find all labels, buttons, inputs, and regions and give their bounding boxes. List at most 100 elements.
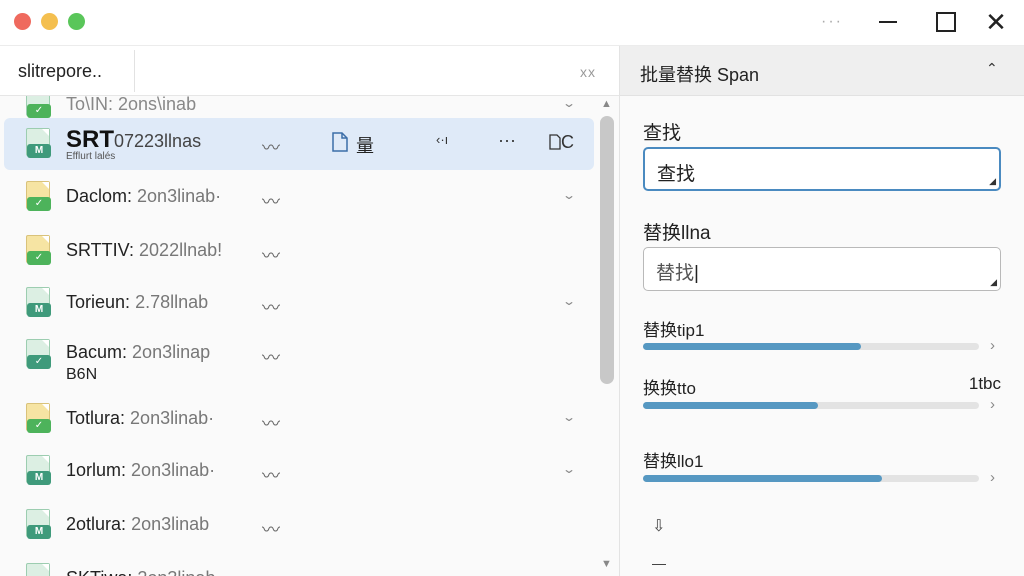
close-window-button[interactable] bbox=[14, 13, 31, 30]
file-name: Totlura: 2on3linab· bbox=[66, 408, 214, 429]
list-item[interactable]: ✓ Totlura: 2on3linab· 〰 ⌄ bbox=[4, 394, 594, 444]
slider-3-label: 替换llo1 bbox=[643, 452, 704, 471]
line-count: 2on3linap bbox=[132, 342, 211, 362]
download-icon[interactable]: ⇩ bbox=[652, 516, 665, 536]
maximize-icon[interactable] bbox=[934, 8, 958, 36]
scroll-up-icon[interactable]: ▲ bbox=[601, 98, 612, 110]
list-item[interactable]: M 1orlum: 2on3linab· 〰 ⌄ bbox=[4, 446, 594, 498]
scroll-down-icon[interactable]: ▼ bbox=[601, 558, 612, 570]
file-icon: ✓ bbox=[26, 181, 51, 211]
file-list: ✓ To\IN: 2ons\inab ⌄ M SRT07223llnas Eff… bbox=[0, 96, 596, 576]
file-list-title: slitrepore.. bbox=[18, 61, 103, 81]
file-name: SKTiwa: 2on3linab bbox=[66, 568, 215, 576]
waveform-icon[interactable]: 〰 bbox=[262, 462, 280, 488]
slider-3-track[interactable] bbox=[643, 475, 979, 482]
chevron-right-icon[interactable]: › bbox=[990, 337, 995, 354]
line-count: 2on3linab· bbox=[137, 186, 222, 206]
file-name-main: Daclom: bbox=[66, 186, 133, 206]
file-name-main: SRT bbox=[66, 126, 114, 153]
chevron-down-icon[interactable]: ⌄ bbox=[562, 410, 576, 424]
list-item[interactable]: ✓ Bacum: 2on3linap B6N 〰 bbox=[4, 330, 594, 392]
waveform-icon[interactable]: 〰 bbox=[262, 344, 280, 370]
doc-action-label[interactable]: 量 bbox=[356, 132, 374, 158]
minimize-icon[interactable] bbox=[876, 8, 900, 36]
slider-2-track[interactable] bbox=[643, 402, 979, 409]
file-subtitle: B6N bbox=[66, 366, 98, 383]
find-input-value: 查找 bbox=[657, 164, 696, 185]
row-more-icon[interactable]: ··· bbox=[498, 130, 516, 151]
file-name: SRT07223llnas bbox=[66, 126, 201, 154]
arrows-icon[interactable]: ‹·ı bbox=[436, 132, 448, 147]
file-icon: ✓ bbox=[26, 339, 51, 369]
find-label: 查找 bbox=[643, 123, 682, 144]
chevron-down-icon[interactable]: ⌄ bbox=[562, 188, 576, 202]
chevron-right-icon[interactable]: › bbox=[990, 469, 995, 486]
document-icon[interactable] bbox=[332, 132, 348, 157]
minimize-window-button[interactable] bbox=[41, 13, 58, 30]
waveform-icon[interactable]: 〰 bbox=[262, 516, 280, 542]
slider-2-label: 换换tto bbox=[643, 379, 696, 398]
line-count: 2on3linab· bbox=[130, 408, 215, 428]
slider-3-fill bbox=[643, 475, 882, 482]
waveform-icon[interactable]: 〰 bbox=[262, 242, 280, 268]
file-name-main: Bacum: bbox=[66, 342, 128, 362]
file-name-main: Totlura: bbox=[66, 408, 126, 428]
chevron-down-icon[interactable]: ⌄ bbox=[562, 96, 576, 110]
file-name: To\IN: 2ons\inab bbox=[66, 96, 197, 114]
replace-input[interactable]: 替找| ◢ bbox=[643, 247, 1001, 291]
line-count: 07223llnas bbox=[114, 131, 202, 151]
batch-replace-title: 批量替换 Span bbox=[640, 65, 760, 85]
batch-replace-panel: 批量替换 Span ⌃ 查找 查找 ◢ 替换llna 替找| ◢ 替换tip1 … bbox=[620, 46, 1024, 576]
list-item[interactable]: M SKTiwa: 2on3linab 〰 bbox=[4, 554, 594, 576]
waveform-icon[interactable]: 〰 bbox=[262, 410, 280, 436]
replace-input-value: 替找 bbox=[656, 263, 695, 284]
slider-1-track[interactable] bbox=[643, 343, 979, 350]
header-divider bbox=[134, 50, 135, 92]
slider-2-fill bbox=[643, 402, 818, 409]
file-icon: ✓ bbox=[26, 235, 51, 265]
title-bar: ··· ✕ bbox=[0, 0, 1024, 46]
waveform-icon[interactable]: 〰 bbox=[262, 570, 280, 576]
chevron-down-icon[interactable]: ⌄ bbox=[562, 462, 576, 476]
waveform-icon[interactable]: 〰 bbox=[262, 188, 280, 214]
slider-1-fill bbox=[643, 343, 862, 350]
close-panel-button[interactable]: xx bbox=[580, 64, 596, 80]
list-item[interactable]: M Torieun: 2.78llnab 〰 ⌄ bbox=[4, 278, 594, 328]
toolbar-divider bbox=[652, 564, 666, 565]
more-options-icon[interactable]: ··· bbox=[818, 8, 846, 36]
list-item[interactable]: M 2otlura: 2on3linab 〰 bbox=[4, 500, 594, 552]
file-name-main: Torieun: bbox=[66, 292, 131, 312]
line-count: 2on3linab bbox=[131, 514, 210, 534]
waveform-icon[interactable]: 〰 bbox=[262, 294, 280, 320]
file-icon: M bbox=[26, 509, 51, 539]
chevron-right-icon[interactable]: › bbox=[990, 396, 995, 413]
file-icon: M bbox=[26, 128, 51, 158]
list-item[interactable]: ✓ SRTTIV: 2022llnab! 〰 bbox=[4, 226, 594, 276]
batch-replace-header[interactable]: 批量替换 Span ⌃ bbox=[620, 46, 1024, 96]
file-icon: M bbox=[26, 563, 50, 576]
resize-handle-icon[interactable]: ◢ bbox=[990, 277, 997, 288]
collapse-icon[interactable]: ⌃ bbox=[986, 60, 998, 77]
list-item-active[interactable]: M SRT07223llnas Efflurt lalés 〰 量 ‹·ı ··… bbox=[4, 118, 594, 170]
file-icon: M bbox=[26, 287, 51, 317]
file-name: Daclom: 2on3linab· bbox=[66, 186, 221, 207]
list-item-partial[interactable]: ✓ To\IN: 2ons\inab ⌄ bbox=[4, 96, 594, 118]
file-list-header: slitrepore.. xx bbox=[0, 46, 619, 96]
zoom-window-button[interactable] bbox=[68, 13, 85, 30]
chevron-down-icon[interactable]: ⌄ bbox=[562, 294, 576, 308]
resize-handle-icon[interactable]: ◢ bbox=[989, 176, 996, 187]
copy-icon[interactable]: C bbox=[549, 132, 574, 153]
line-count: 2on3linab· bbox=[131, 460, 216, 480]
file-icon: ✓ bbox=[26, 96, 51, 118]
list-item[interactable]: ✓ Daclom: 2on3linab· 〰 ⌄ bbox=[4, 172, 594, 222]
file-name-main: SKTiwa: bbox=[66, 568, 132, 576]
find-input[interactable]: 查找 ◢ bbox=[643, 147, 1001, 191]
slider-2-value: 1tbc bbox=[968, 374, 1001, 393]
file-name-main: SRTTIV: bbox=[66, 240, 135, 260]
file-name: 2otlura: 2on3linab bbox=[66, 514, 209, 535]
scrollbar-thumb[interactable] bbox=[600, 116, 614, 384]
close-icon[interactable]: ✕ bbox=[984, 8, 1008, 36]
waveform-icon[interactable]: 〰 bbox=[262, 134, 280, 160]
file-name: Bacum: 2on3linap bbox=[66, 342, 210, 363]
file-name-main: 1orlum: bbox=[66, 460, 127, 480]
